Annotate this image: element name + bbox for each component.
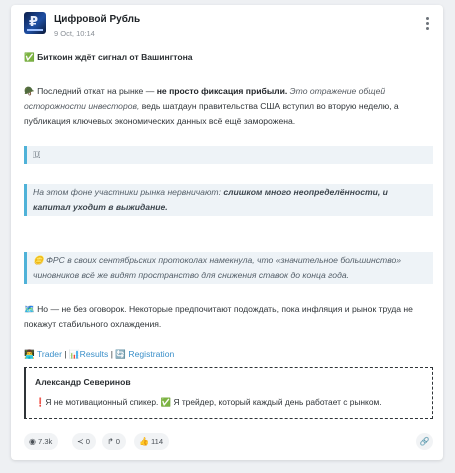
trader-link[interactable]: Trader xyxy=(37,349,62,359)
reactions-counter[interactable]: 👍 114 xyxy=(134,433,170,450)
forwards-count: 0 xyxy=(115,437,120,446)
paragraph-2: 🗺️ Но — не без оговорок. Некоторые предп… xyxy=(24,304,413,329)
avatar-decoration xyxy=(27,29,43,31)
flag-emoji: 🇺 xyxy=(33,149,41,159)
chart-emoji: 📊 xyxy=(68,349,80,359)
signature-text: ❗Я не мотивационный спикер. ✅ Я трейдер,… xyxy=(35,397,382,407)
helmet-emoji: 🪖 xyxy=(24,86,35,96)
signature-name: Александр Северинов xyxy=(35,377,131,387)
results-link[interactable]: Results xyxy=(80,349,109,359)
eye-icon: ◉ xyxy=(29,437,36,446)
arrows-emoji: 🔄 xyxy=(115,349,129,359)
quote2-text: На этом фоне участники рынка нервничают: xyxy=(33,187,224,197)
share-nodes-icon: ≺ xyxy=(77,437,84,446)
signature-block: Александр Северинов ❗Я не мотивационный … xyxy=(24,367,433,419)
reactions-count: 114 xyxy=(150,437,164,446)
forward-arrow-icon: ↱ xyxy=(107,437,114,446)
post-date: 9 Oct, 10:14 xyxy=(54,29,95,38)
p1-bold: не просто фиксация прибыли. xyxy=(156,86,288,96)
thumbs-up-icon: 👍 xyxy=(139,437,149,446)
more-options-icon[interactable] xyxy=(421,17,433,33)
post-title: ✅ Биткоин ждёт сигнал от Вашингтона xyxy=(24,52,193,62)
post-card: ₽ Цифровой Рубль 9 Oct, 10:14 ✅ Биткоин … xyxy=(11,5,443,460)
channel-name[interactable]: Цифровой Рубль xyxy=(54,14,140,25)
ruble-logo-icon: ₽ xyxy=(29,15,39,30)
technologist-emoji: 👨‍💻 xyxy=(24,349,35,359)
avatar[interactable]: ₽ xyxy=(24,12,46,34)
separator: | xyxy=(61,349,69,359)
quote-flag: 🇺 xyxy=(24,146,433,164)
views-count: 7.3k xyxy=(37,437,53,446)
p1-text-start: Последний откат на рынке — xyxy=(34,86,157,96)
shares-count: 0 xyxy=(85,437,90,446)
views-counter[interactable]: ◉ 7.3k xyxy=(24,433,59,450)
registration-link[interactable]: Registration xyxy=(128,349,174,359)
forwards-counter[interactable]: ↱ 0 xyxy=(102,433,126,450)
shares-counter[interactable]: ≺ 0 xyxy=(72,433,96,450)
quote-fed: 🪙 ФРС в своих сентябрьских протоколах на… xyxy=(24,252,433,284)
link-icon[interactable]: 🔗 xyxy=(416,433,433,450)
post-header: ₽ Цифровой Рубль 9 Oct, 10:14 xyxy=(24,11,433,41)
paragraph-1: 🪖 Последний откат на рынке — не просто ф… xyxy=(24,84,433,129)
quote-market: На этом фоне участники рынка нервничают:… xyxy=(24,184,433,216)
post-footer: ◉ 7.3k ≺ 0 ↱ 0 👍 114 🔗 xyxy=(24,433,433,451)
links-line: 👨‍💻 Trader | 📊Results | 🔄 Registration xyxy=(24,347,174,361)
